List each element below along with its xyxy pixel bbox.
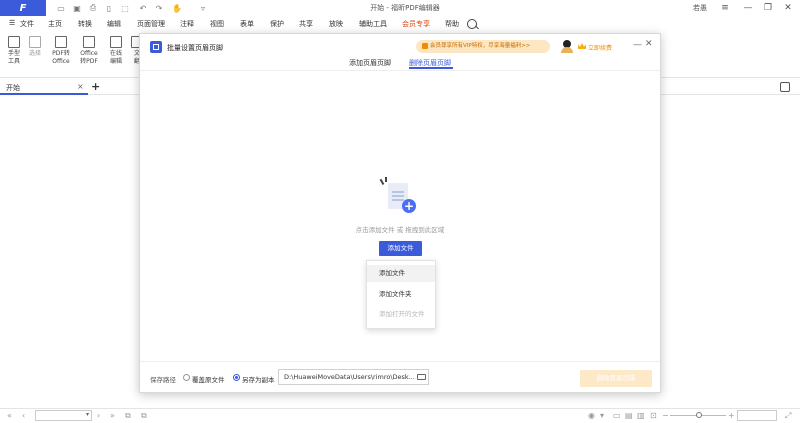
menu-file[interactable]: 文件 [20,19,34,29]
save-icon[interactable]: ▣ [72,3,82,13]
menu-vip[interactable]: 会员专享 [402,19,430,29]
page-number-input[interactable] [35,410,92,421]
customize-icon[interactable]: ▿ [198,3,208,13]
user-name[interactable]: 若愚 [693,3,707,13]
online-edit-icon [110,36,122,48]
view-mode-icon[interactable]: ◉ [588,411,595,420]
menu-hamburger-icon[interactable]: ☰ [9,19,15,27]
page-dropdown-icon[interactable]: ▾ [86,411,89,418]
pages-icon[interactable]: ⧉ [141,411,147,421]
title-bar: F ▭ ▣ ⎙ ▯ ⬚ ↶ ↷ ✋ ▿ 开始 - 福昕PDF编辑器 若愚 ≡ —… [0,0,800,16]
tab-add-header-footer[interactable]: 添加页眉页脚 [349,58,391,68]
panel-toggle-icon[interactable] [780,82,790,92]
zoom-input[interactable] [737,410,777,421]
menu-tools[interactable]: 辅助工具 [359,19,387,29]
divider [140,361,660,362]
dialog-app-icon [150,41,162,53]
dialog-close-icon[interactable]: ✕ [645,39,653,49]
save-path-input[interactable]: D:\HuaweiMoveData\Users\rimro\Desk... [278,369,429,385]
menu-annotate[interactable]: 注释 [180,19,194,29]
open-icon[interactable]: ▭ [56,3,66,13]
last-page-icon[interactable]: » [110,411,115,420]
batch-header-footer-dialog: 批量设置页眉页脚 会员尊享所有VIP特权，尽享海量福利>> 立即续费 — ✕ 添… [139,33,661,393]
menu-form[interactable]: 表单 [240,19,254,29]
add-file-illustration[interactable]: + [376,177,420,217]
zoom-slider-thumb[interactable] [696,412,702,418]
menu-icon[interactable]: ≡ [718,1,732,15]
office-to-pdf-icon [83,36,95,48]
zoom-in-icon[interactable]: + [728,411,735,420]
menu-protect[interactable]: 保护 [270,19,284,29]
menu-edit[interactable]: 编辑 [107,19,121,29]
app-logo[interactable]: F [0,0,46,16]
redo-icon[interactable]: ↷ [154,3,164,13]
divider [140,70,660,71]
menu-share[interactable]: 共享 [299,19,313,29]
undo-icon[interactable]: ↶ [138,3,148,13]
avatar[interactable] [561,40,573,53]
hand-icon [8,36,20,48]
add-file-button[interactable]: 添加文件 [379,241,422,256]
pdf-to-office-button[interactable]: PDF转 Office [46,36,76,66]
office-to-pdf-button[interactable]: Office 转PDF [74,36,104,66]
dropdown-add-open-files[interactable]: 添加打开的文件 [367,306,435,323]
tool-label: PDF转 Office [52,50,70,65]
tool-label: Office 转PDF [80,50,98,65]
print-icon[interactable]: ⎙ [88,3,98,13]
menu-bar: ☰ 文件 主页 转换 编辑 页面管理 注释 视图 表单 保护 共享 放映 辅助工… [0,17,800,31]
view-mode-dropdown-icon[interactable]: ▾ [600,411,604,420]
first-page-icon[interactable]: « [7,411,12,420]
next-page-icon[interactable]: › [97,411,100,420]
fit-page-icon[interactable]: ⊡ [650,411,657,420]
pdf-to-office-icon [55,36,67,48]
active-tab-indicator [409,67,453,69]
menu-page-manage[interactable]: 页面管理 [137,19,165,29]
crown-icon [578,43,586,49]
continuous-page-icon[interactable]: ▤ [625,411,633,420]
open-vip-link[interactable]: 立即续费 [588,43,612,52]
close-tab-icon[interactable]: × [77,82,84,91]
save-path-label: 保存路径 [150,376,176,384]
speaker-icon [422,43,428,49]
add-tab-icon[interactable]: + [91,80,100,93]
save-copy-radio[interactable] [233,374,240,381]
menu-home[interactable]: 主页 [48,19,62,29]
overwrite-radio[interactable] [183,374,190,381]
dialog-title: 批量设置页眉页脚 [167,44,223,52]
close-window-icon[interactable]: ✕ [781,1,795,15]
single-page-icon[interactable]: ▭ [613,411,621,420]
plus-icon: + [402,199,416,213]
folder-icon[interactable] [417,374,426,380]
tab-label: 开始 [6,84,20,92]
window-title: 开始 - 福昕PDF编辑器 [370,4,440,12]
two-page-icon[interactable]: ▥ [637,411,645,420]
dropdown-add-file[interactable]: 添加文件 [367,265,435,282]
export-icon[interactable]: ⬚ [120,3,130,13]
dropdown-add-folder[interactable]: 添加文件夹 [367,286,435,303]
delete-header-footer-button[interactable]: 删除页眉页脚 [580,370,652,387]
hand-tool-icon[interactable]: ✋ [172,3,182,13]
zoom-out-icon[interactable]: − [662,411,669,420]
restore-icon[interactable]: ❐ [761,1,775,15]
tab-start[interactable]: 开始 × [0,79,88,95]
copy-icon[interactable]: ⧉ [125,411,131,421]
overwrite-label[interactable]: 覆盖原文件 [192,374,225,384]
fullscreen-icon[interactable]: ⤢ [785,411,791,421]
menu-convert[interactable]: 转换 [78,19,92,29]
select-icon [29,36,41,48]
menu-view[interactable]: 视图 [210,19,224,29]
prev-page-icon[interactable]: ‹ [22,411,25,420]
add-file-dropdown: 添加文件 添加文件夹 添加打开的文件 [366,260,436,329]
drop-hint: 点击添加文件 或 拖拽到此区域 [355,226,445,234]
minimize-icon[interactable]: — [741,1,755,15]
new-doc-icon[interactable]: ▯ [104,3,114,13]
search-icon[interactable] [467,19,477,29]
menu-help[interactable]: 帮助 [445,19,459,29]
vip-banner[interactable]: 会员尊享所有VIP特权，尽享海量福利>> [416,40,550,53]
menu-present[interactable]: 放映 [329,19,343,29]
dialog-minimize-icon[interactable]: — [633,40,642,50]
save-copy-label[interactable]: 另存为副本 [242,374,275,384]
